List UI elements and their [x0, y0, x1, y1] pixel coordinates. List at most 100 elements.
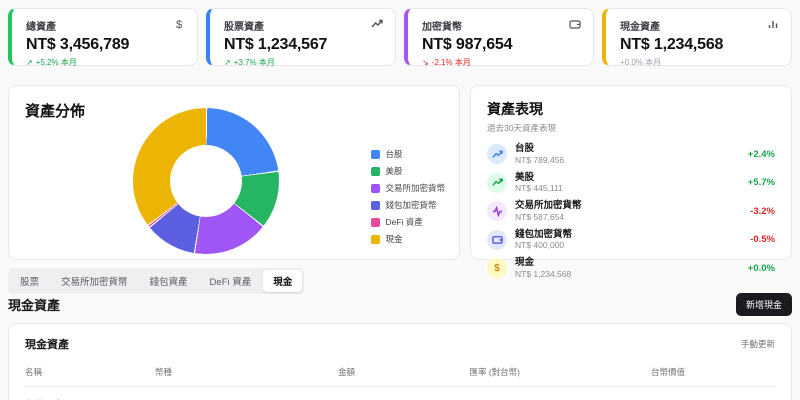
card-change-text: +3.7% 本月 — [233, 58, 275, 67]
legend-label: DeFi 資產 — [385, 217, 423, 227]
card-label: 總資產 — [26, 22, 56, 33]
col-amount: 金額 — [337, 367, 355, 377]
stock-assets-card: 股票資產 NT$ 1,234,567 ↗ +3.7% 本月 — [206, 8, 396, 68]
asset-name: 交易所加密貨幣 — [515, 200, 582, 211]
dollar-icon: $ — [173, 18, 185, 30]
performance-row[interactable]: 美股 NT$ 445,111 +5.7% — [487, 172, 775, 195]
asset-name: 錢包加密貨幣 — [515, 228, 573, 240]
trending-up-icon — [487, 172, 507, 193]
tab-defi-assets[interactable]: DeFi 資產 — [200, 270, 262, 292]
trending-up-icon — [371, 18, 383, 30]
legend-swatch — [371, 200, 381, 210]
legend-label: 現金 — [385, 234, 403, 244]
add-cash-button[interactable]: 新增現金 — [735, 293, 792, 316]
crypto-assets-card: 加密貨幣 NT$ 987,654 ↘ -2.1% 本月 — [404, 8, 594, 68]
donut-hole — [170, 145, 242, 217]
asset-change: -0.5% — [750, 234, 775, 246]
asset-performance-panel: 資產表現 過去30天資產表現 台股 NT$ 789,456 +2.4% 美股 NT$… — [470, 85, 792, 279]
legend-swatch — [371, 217, 381, 227]
performance-subtitle: 過去30天資產表現 — [487, 123, 556, 133]
asset-name: 台股 — [515, 143, 535, 154]
col-rate: 匯率 (對台幣) — [469, 367, 520, 377]
performance-row[interactable]: 錢包加密貨幣 NT$ 400,000 -0.5% — [487, 229, 775, 252]
col-twd-value: 台幣價值 — [650, 367, 685, 377]
tab-stocks[interactable]: 股票 — [10, 270, 49, 292]
card-label: 現金資產 — [620, 22, 660, 33]
legend-label: 台股 — [385, 149, 403, 159]
legend-label: 錢包加密貨幣 — [385, 200, 437, 210]
table-column-headers: 名稱 幣種 金額 匯率 (對台幣) 台幣價值 — [25, 366, 775, 387]
legend-item: 錢包加密貨幣 — [371, 199, 445, 211]
asset-value: NT$ 400,000 — [515, 240, 565, 251]
card-change: ↘ -2.1% 本月 — [422, 57, 581, 68]
svg-text:$: $ — [176, 19, 182, 30]
asset-distribution-panel: 資產分佈 台股 美股 交易所加密貨幣 錢包加密貨幣 DeFi 資產 現金 — [8, 85, 460, 260]
cash-assets-card: 現金資產 NT$ 1,234,568 +0.0% 本月 — [602, 8, 792, 68]
legend-swatch — [371, 149, 381, 159]
cash-table-header: 現金資產 手動更新 — [25, 336, 775, 352]
legend-item: DeFi 資產 — [371, 216, 445, 228]
legend-label: 美股 — [385, 166, 403, 176]
performance-row[interactable]: $ 現金 NT$ 1,234,568 +0.0% — [487, 257, 775, 280]
manual-update-link[interactable]: 手動更新 — [741, 338, 775, 350]
asset-value: NT$ 445,111 — [515, 183, 563, 194]
performance-list: 台股 NT$ 789,456 +2.4% 美股 NT$ 445,111 +5.7% … — [487, 143, 775, 280]
bar-chart-icon — [767, 18, 779, 30]
activity-icon — [487, 201, 507, 222]
legend-item: 交易所加密貨幣 — [371, 182, 445, 194]
distribution-donut-chart[interactable] — [133, 108, 279, 254]
legend-item: 現金 — [371, 233, 445, 245]
chart-legend: 台股 美股 交易所加密貨幣 錢包加密貨幣 DeFi 資產 現金 — [371, 148, 445, 245]
legend-swatch — [371, 183, 381, 193]
card-change: ↗ +5.2% 本月 — [26, 57, 185, 68]
trending-up-icon — [487, 144, 507, 165]
trend-down-icon: ↘ — [422, 58, 429, 67]
cash-table-card: 現金資產 手動更新 名稱 幣種 金額 匯率 (對台幣) 台幣價值 台幣現金 TW… — [8, 323, 792, 400]
performance-row[interactable]: 台股 NT$ 789,456 +2.4% — [487, 143, 775, 166]
dollar-icon: $ — [487, 258, 507, 279]
card-label: 加密貨幣 — [422, 22, 462, 33]
tab-wallet-assets[interactable]: 錢包資產 — [140, 270, 198, 292]
asset-value: NT$ 1,234,568 — [515, 268, 572, 279]
performance-row[interactable]: 交易所加密貨幣 NT$ 587,654 -3.2% — [487, 200, 775, 223]
legend-item: 美股 — [371, 165, 445, 177]
tab-cash[interactable]: 現金 — [263, 270, 303, 292]
card-value: NT$ 3,456,789 — [26, 36, 130, 53]
asset-value: NT$ 587,654 — [515, 211, 565, 222]
cash-section-header: 現金資產 新增現金 — [8, 293, 792, 316]
total-assets-card: 總資產 NT$ 3,456,789 ↗ +5.2% 本月 $ — [8, 8, 198, 68]
legend-swatch — [371, 166, 381, 176]
card-value: NT$ 1,234,568 — [620, 36, 724, 53]
asset-change: -3.2% — [750, 205, 775, 217]
card-value: NT$ 1,234,567 — [224, 36, 328, 53]
card-label: 股票資產 — [224, 22, 264, 33]
summary-cards-row: 總資產 NT$ 3,456,789 ↗ +5.2% 本月 $ 股票資產 NT$ 1… — [8, 8, 792, 68]
performance-title: 資產表現 — [487, 101, 543, 117]
legend-swatch — [371, 234, 381, 244]
asset-change: +5.7% — [747, 177, 775, 189]
cash-section-title: 現金資產 — [8, 298, 61, 313]
col-name: 名稱 — [25, 367, 43, 377]
legend-label: 交易所加密貨幣 — [385, 183, 445, 193]
card-change-text: +0.0% 本月 — [620, 58, 662, 67]
trend-up-icon: ↗ — [224, 58, 231, 67]
asset-name: 美股 — [515, 171, 535, 183]
card-change: +0.0% 本月 — [620, 57, 779, 68]
asset-type-tabs: 股票 交易所加密貨幣 錢包資產 DeFi 資產 現金 — [8, 268, 305, 294]
portfolio-dashboard: 總資產 NT$ 3,456,789 ↗ +5.2% 本月 $ 股票資產 NT$ 1… — [0, 0, 800, 400]
asset-name: 現金 — [515, 257, 535, 268]
card-change-text: -2.1% 本月 — [431, 58, 471, 67]
trend-up-icon: ↗ — [26, 58, 33, 67]
wallet-icon — [487, 229, 507, 250]
card-change: ↗ +3.7% 本月 — [224, 57, 383, 68]
card-change-text: +5.2% 本月 — [35, 58, 77, 67]
tab-exchange-crypto[interactable]: 交易所加密貨幣 — [51, 270, 138, 292]
card-value: NT$ 987,654 — [422, 36, 513, 53]
table-row: 台幣現金 TWD 500,000 1 NT$ 500,000 … — [25, 387, 775, 400]
asset-change: +0.0% — [747, 262, 775, 274]
cash-table-title: 現金資產 — [25, 339, 69, 351]
wallet-icon — [569, 18, 581, 30]
legend-item: 台股 — [371, 148, 445, 160]
col-currency: 幣種 — [155, 367, 173, 377]
asset-change: +2.4% — [747, 148, 775, 160]
